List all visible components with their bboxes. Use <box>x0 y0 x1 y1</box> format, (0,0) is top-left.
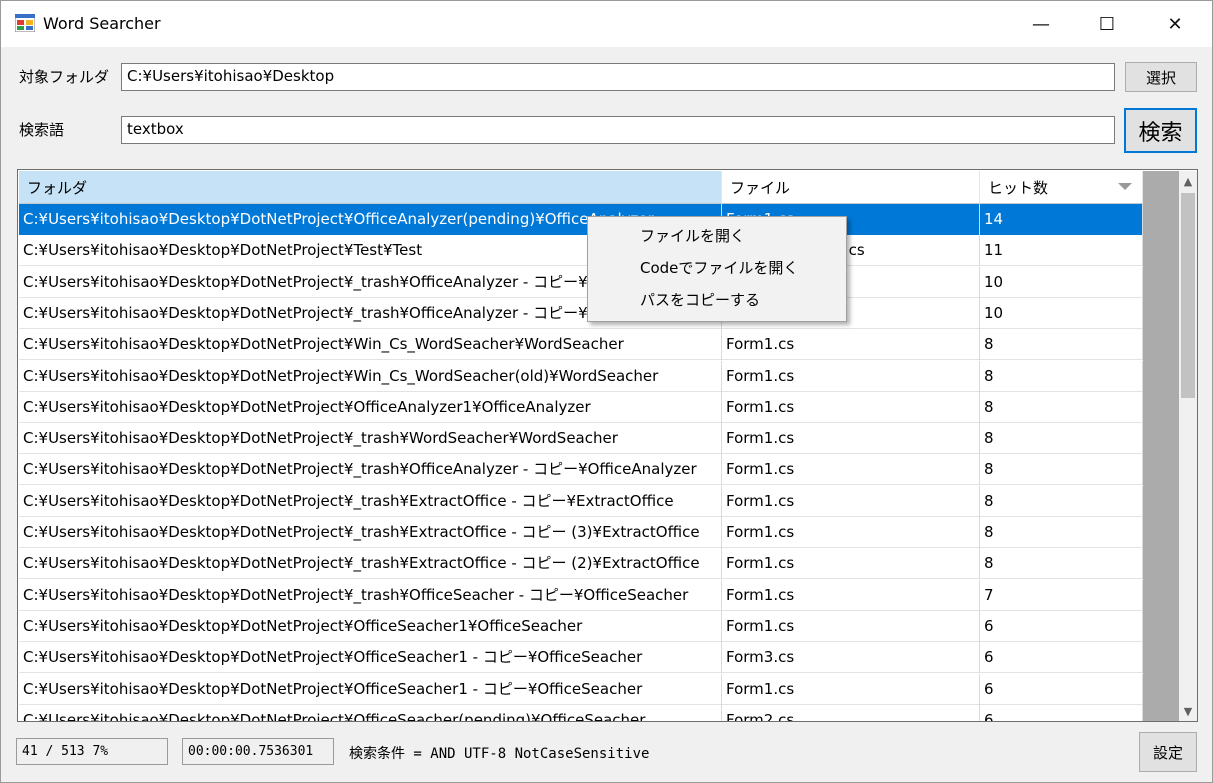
cell-file[interactable]: Form1.cs <box>722 548 980 580</box>
cell-folder[interactable]: C:¥Users¥itohisao¥Desktop¥DotNetProject¥… <box>19 391 722 423</box>
cell-folder[interactable]: C:¥Users¥itohisao¥Desktop¥DotNetProject¥… <box>19 673 722 705</box>
keyword-input[interactable]: textbox <box>121 116 1115 144</box>
maximize-icon: ☐ <box>1098 13 1116 35</box>
cell-file[interactable]: Form3.cs <box>722 642 980 674</box>
keyword-label: 検索語 <box>19 121 65 139</box>
cell-hits[interactable]: 6 <box>980 642 1143 674</box>
cell-hits[interactable]: 6 <box>980 673 1143 705</box>
search-button[interactable]: 検索 <box>1124 108 1197 153</box>
menu-item-open-file[interactable]: ファイルを開く <box>590 220 844 252</box>
grid-empty-area <box>1143 171 1179 721</box>
cell-file[interactable]: Form1.cs <box>722 329 980 361</box>
column-header-folder[interactable]: フォルダ <box>19 171 722 204</box>
cell-file[interactable]: Form1.cs <box>722 360 980 392</box>
cell-file[interactable]: Form1.cs <box>722 610 980 642</box>
select-folder-button[interactable]: 選択 <box>1125 62 1197 92</box>
cell-hits[interactable]: 8 <box>980 485 1143 517</box>
menu-item-copy-path[interactable]: パスをコピーする <box>590 284 844 316</box>
cell-folder[interactable]: C:¥Users¥itohisao¥Desktop¥DotNetProject¥… <box>19 360 722 392</box>
table-row[interactable]: C:¥Users¥itohisao¥Desktop¥DotNetProject¥… <box>19 360 1143 392</box>
table-row[interactable]: C:¥Users¥itohisao¥Desktop¥DotNetProject¥… <box>19 454 1143 486</box>
cell-file[interactable]: Form1.cs <box>722 485 980 517</box>
vertical-scrollbar[interactable]: ▲ ▼ <box>1179 171 1197 721</box>
cell-file[interactable]: Form1.cs <box>722 423 980 455</box>
table-row[interactable]: C:¥Users¥itohisao¥Desktop¥DotNetProject¥… <box>19 204 1143 235</box>
table-row[interactable]: C:¥Users¥itohisao¥Desktop¥DotNetProject¥… <box>19 610 1143 642</box>
progress-status: 41 / 513 7% <box>16 738 168 765</box>
cell-file[interactable]: Form2.cs <box>722 704 980 721</box>
table-row[interactable]: C:¥Users¥itohisao¥Desktop¥DotNetProject¥… <box>19 642 1143 674</box>
cell-hits[interactable]: 8 <box>980 391 1143 423</box>
cell-folder[interactable]: C:¥Users¥itohisao¥Desktop¥DotNetProject¥… <box>19 485 722 517</box>
table-row[interactable]: C:¥Users¥itohisao¥Desktop¥DotNetProject¥… <box>19 391 1143 423</box>
cell-hits[interactable]: 8 <box>980 360 1143 392</box>
cell-file[interactable]: Form1.cs <box>722 579 980 611</box>
sort-descending-icon <box>1118 183 1132 190</box>
cell-folder[interactable]: C:¥Users¥itohisao¥Desktop¥DotNetProject¥… <box>19 642 722 674</box>
table-row[interactable]: C:¥Users¥itohisao¥Desktop¥DotNetProject¥… <box>19 266 1143 298</box>
cell-folder[interactable]: C:¥Users¥itohisao¥Desktop¥DotNetProject¥… <box>19 329 722 361</box>
grid-body: フォルダ ファイル ヒット数 C:¥Users¥itohisao¥Desktop… <box>19 171 1143 721</box>
cell-folder[interactable]: C:¥Users¥itohisao¥Desktop¥DotNetProject¥… <box>19 704 722 721</box>
cell-hits[interactable]: 10 <box>980 297 1143 329</box>
scroll-down-icon[interactable]: ▼ <box>1179 701 1197 721</box>
table-row[interactable]: C:¥Users¥itohisao¥Desktop¥DotNetProject¥… <box>19 673 1143 705</box>
maximize-button[interactable]: ☐ <box>1078 1 1136 47</box>
cell-file[interactable]: Form1.cs <box>722 391 980 423</box>
cell-hits[interactable]: 8 <box>980 329 1143 361</box>
table-row[interactable]: C:¥Users¥itohisao¥Desktop¥DotNetProject¥… <box>19 297 1143 329</box>
app-icon <box>15 14 35 32</box>
cell-hits[interactable]: 6 <box>980 704 1143 721</box>
column-header-hits[interactable]: ヒット数 <box>980 171 1143 204</box>
cell-hits[interactable]: 10 <box>980 266 1143 298</box>
table-row[interactable]: C:¥Users¥itohisao¥Desktop¥DotNetProject¥… <box>19 517 1143 548</box>
cell-hits[interactable]: 6 <box>980 610 1143 642</box>
cell-hits[interactable]: 11 <box>980 235 1143 267</box>
column-header-label: ファイル <box>730 178 791 197</box>
close-button[interactable]: ✕ <box>1146 1 1204 47</box>
cell-folder[interactable]: C:¥Users¥itohisao¥Desktop¥DotNetProject¥… <box>19 423 722 455</box>
table-row[interactable]: C:¥Users¥itohisao¥Desktop¥DotNetProject¥… <box>19 704 1143 721</box>
scroll-up-icon[interactable]: ▲ <box>1179 171 1197 191</box>
cell-hits[interactable]: 8 <box>980 454 1143 486</box>
menu-item-open-in-code[interactable]: Codeでファイルを開く <box>590 252 844 284</box>
cell-folder[interactable]: C:¥Users¥itohisao¥Desktop¥DotNetProject¥… <box>19 610 722 642</box>
cell-folder[interactable]: C:¥Users¥itohisao¥Desktop¥DotNetProject¥… <box>19 548 722 580</box>
folder-input[interactable]: C:¥Users¥itohisao¥Desktop <box>121 63 1115 91</box>
cell-file[interactable]: Form1.cs <box>722 673 980 705</box>
table-row[interactable]: C:¥Users¥itohisao¥Desktop¥DotNetProject¥… <box>19 548 1143 580</box>
window-title: Word Searcher <box>43 14 161 33</box>
column-header-label: ヒット数 <box>988 178 1049 197</box>
cell-file[interactable]: Form1.cs <box>722 517 980 548</box>
cell-hits[interactable]: 8 <box>980 423 1143 455</box>
table-row[interactable]: C:¥Users¥itohisao¥Desktop¥DotNetProject¥… <box>19 485 1143 517</box>
main-window: Word Searcher — ☐ ✕ 対象フォルダ C:¥Users¥itoh… <box>0 0 1213 783</box>
settings-button[interactable]: 設定 <box>1139 732 1197 772</box>
context-menu: ファイルを開く Codeでファイルを開く パスをコピーする <box>587 216 847 322</box>
cell-hits[interactable]: 14 <box>980 204 1143 235</box>
folder-label: 対象フォルダ <box>19 68 110 86</box>
table-row[interactable]: C:¥Users¥itohisao¥Desktop¥DotNetProject¥… <box>19 329 1143 361</box>
cell-file[interactable]: Form1.cs <box>722 454 980 486</box>
cell-hits[interactable]: 8 <box>980 548 1143 580</box>
cell-folder[interactable]: C:¥Users¥itohisao¥Desktop¥DotNetProject¥… <box>19 579 722 611</box>
title-bar: Word Searcher — ☐ ✕ <box>1 1 1212 47</box>
cell-hits[interactable]: 7 <box>980 579 1143 611</box>
cell-hits[interactable]: 8 <box>980 517 1143 548</box>
column-header-label: フォルダ <box>27 178 88 197</box>
scrollbar-thumb[interactable] <box>1181 193 1195 398</box>
table-row[interactable]: C:¥Users¥itohisao¥Desktop¥DotNetProject¥… <box>19 235 1143 267</box>
elapsed-time: 00:00:00.7536301 <box>182 738 334 765</box>
search-condition-text: 検索条件 = AND UTF-8 NotCaseSensitive <box>349 746 650 762</box>
minimize-button[interactable]: — <box>1012 1 1070 47</box>
column-header-file[interactable]: ファイル <box>722 171 980 204</box>
cell-folder[interactable]: C:¥Users¥itohisao¥Desktop¥DotNetProject¥… <box>19 454 722 486</box>
minimize-icon: — <box>1032 13 1050 35</box>
table-row[interactable]: C:¥Users¥itohisao¥Desktop¥DotNetProject¥… <box>19 423 1143 455</box>
cell-folder[interactable]: C:¥Users¥itohisao¥Desktop¥DotNetProject¥… <box>19 517 722 548</box>
table-row[interactable]: C:¥Users¥itohisao¥Desktop¥DotNetProject¥… <box>19 579 1143 611</box>
close-icon: ✕ <box>1167 13 1183 35</box>
